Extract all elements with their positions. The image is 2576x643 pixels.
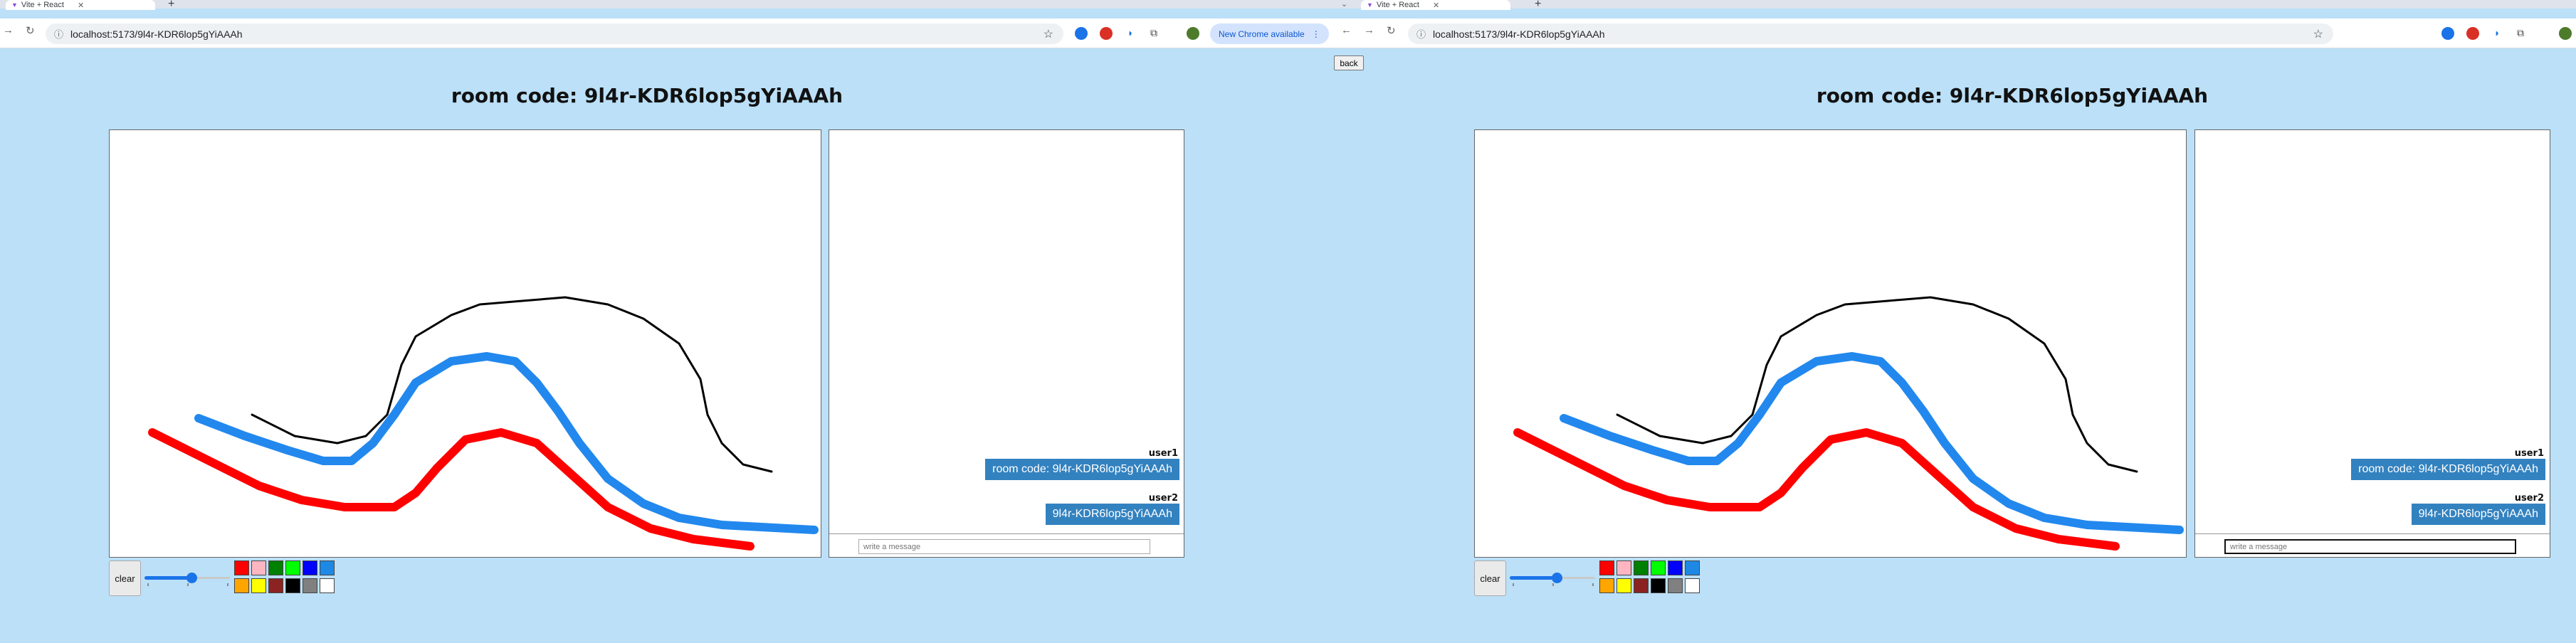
vite-icon: ▼ [1367,1,1373,9]
drawn-stroke-1 [1616,296,2138,473]
color-swatch[interactable] [234,578,249,593]
browser-tab[interactable]: ▼ Vite + React ✕ [6,0,155,10]
tab-strip [0,0,1374,9]
browser-window-left: ▼ Vite + React ✕ + → ↻ ⓘ localhost:5173/… [0,0,1374,643]
chat-panel: user1 room code: 9l4r-KDR6lop5gYiAAAh user… [829,129,1184,558]
color-swatch[interactable] [1616,560,1631,575]
color-swatch[interactable] [234,560,249,575]
message-input[interactable] [858,539,1150,554]
profile-avatar-icon[interactable] [1187,27,1199,40]
kebab-menu-icon[interactable]: ⋮ [1312,29,1320,39]
color-swatch[interactable] [1634,560,1649,575]
drawn-stroke-3 [1513,428,2120,551]
color-swatch[interactable] [303,578,317,593]
new-tab-icon[interactable]: + [1535,0,1541,10]
message-bubble: 9l4r-KDR6lop5gYiAAAh [2411,504,2545,525]
tab-search-icon[interactable]: ⌄ [1341,0,1347,9]
new-chrome-label: New Chrome available [1219,28,1305,39]
reload-icon[interactable]: ↻ [1387,24,1396,37]
drawing-surface [1513,296,2184,551]
reload-icon[interactable]: ↻ [26,24,35,37]
message-username: user1 [2514,448,2544,459]
extension-shield-icon[interactable] [2466,27,2479,40]
address-bar[interactable]: ⓘ localhost:5173/9l4r-KDR6lop5gYiAAAh ☆ [1408,23,2333,44]
color-swatch[interactable] [268,560,283,575]
forward-icon[interactable]: → [3,24,14,36]
extension-globe-icon[interactable] [2441,27,2454,40]
bookmark-star-icon[interactable]: ☆ [1043,27,1053,41]
clear-button[interactable]: clear [1474,560,1506,596]
extensions-puzzle-icon[interactable]: ⧉ [2515,27,2526,38]
message-bubble: 9l4r-KDR6lop5gYiAAAh [1045,504,1179,525]
color-swatch[interactable] [320,578,335,593]
message-username: user2 [2514,493,2544,504]
extension-audio-icon[interactable]: ◗ [1125,27,1136,38]
clear-button[interactable]: clear [109,560,141,596]
new-tab-icon[interactable]: + [168,0,174,10]
drawn-stroke-3 [148,428,755,551]
color-swatch[interactable] [1616,578,1631,593]
color-swatch[interactable] [1651,578,1666,593]
room-title: room code: 9l4r-KDR6lop5gYiAAAh [451,84,843,107]
site-info-icon[interactable]: ⓘ [54,27,63,41]
close-tab-icon[interactable]: ✕ [78,1,84,10]
color-swatch[interactable] [285,560,300,575]
color-palette [1599,560,1700,594]
extensions-puzzle-icon[interactable]: ⧉ [1148,27,1160,38]
color-swatch[interactable] [268,578,283,593]
url-text: localhost:5173/9l4r-KDR6lop5gYiAAAh [70,28,243,40]
chat-input-bar [2195,533,2550,557]
browser-window-right: –▢✕ ⌄ ▼ Vite + React ✕ + ← → ↻ ⓘ localho… [1331,0,2576,643]
color-swatch[interactable] [320,560,335,575]
color-swatch[interactable] [1668,560,1683,575]
chat-input-bar [829,533,1184,557]
drawing-canvas[interactable] [1474,129,2187,558]
browser-toolbar: ← → ↻ ⓘ localhost:5173/9l4r-KDR6lop5gYiA… [1331,18,2576,48]
extension-globe-icon[interactable] [1075,27,1088,40]
color-swatch[interactable] [1685,578,1700,593]
vite-icon: ▼ [11,1,18,9]
extension-audio-icon[interactable]: ◗ [2491,27,2503,38]
site-info-icon[interactable]: ⓘ [1416,27,1426,41]
url-text: localhost:5173/9l4r-KDR6lop5gYiAAAh [1433,28,1605,40]
color-swatch[interactable] [1599,560,1614,575]
color-swatch[interactable] [303,560,317,575]
drawn-stroke-1 [251,296,773,473]
forward-icon[interactable]: → [1364,24,1374,36]
color-swatch[interactable] [1634,578,1649,593]
bookmark-star-icon[interactable]: ☆ [2313,27,2323,41]
color-swatch[interactable] [251,578,266,593]
drawing-surface [148,296,819,551]
message-username: user1 [1148,448,1178,459]
color-swatch[interactable] [1599,578,1614,593]
color-swatch[interactable] [285,578,300,593]
color-swatch[interactable] [1651,560,1666,575]
back-button[interactable]: back [1334,55,1364,70]
color-swatch[interactable] [1668,578,1683,593]
color-swatch[interactable] [1685,560,1700,575]
close-tab-icon[interactable]: ✕ [1433,1,1439,10]
message-bubble: room code: 9l4r-KDR6lop5gYiAAAh [985,459,1179,480]
new-chrome-available-button[interactable]: New Chrome available ⋮ [1210,23,1329,44]
message-bubble: room code: 9l4r-KDR6lop5gYiAAAh [2351,459,2545,480]
tab-title: Vite + React [1376,1,1419,9]
brush-size-slider[interactable] [144,570,230,586]
room-title: room code: 9l4r-KDR6lop5gYiAAAh [1816,84,2209,107]
extension-shield-icon[interactable] [1100,27,1113,40]
tab-strip [1331,0,2576,9]
profile-avatar-icon[interactable] [2559,27,2572,40]
browser-toolbar: → ↻ ⓘ localhost:5173/9l4r-KDR6lop5gYiAAA… [0,18,1374,48]
message-username: user2 [1148,493,1178,504]
color-swatch[interactable] [251,560,266,575]
color-palette [234,560,335,594]
brush-size-slider[interactable] [1510,570,1595,586]
browser-tab[interactable]: ▼ Vite + React ✕ [1361,0,1510,10]
tab-title: Vite + React [21,1,64,9]
chat-panel: user1 room code: 9l4r-KDR6lop5gYiAAAh user… [2194,129,2550,558]
message-input[interactable] [2224,539,2516,554]
drawing-canvas[interactable] [109,129,821,558]
back-icon[interactable]: ← [1341,24,1352,36]
address-bar[interactable]: ⓘ localhost:5173/9l4r-KDR6lop5gYiAAAh ☆ [46,23,1063,44]
